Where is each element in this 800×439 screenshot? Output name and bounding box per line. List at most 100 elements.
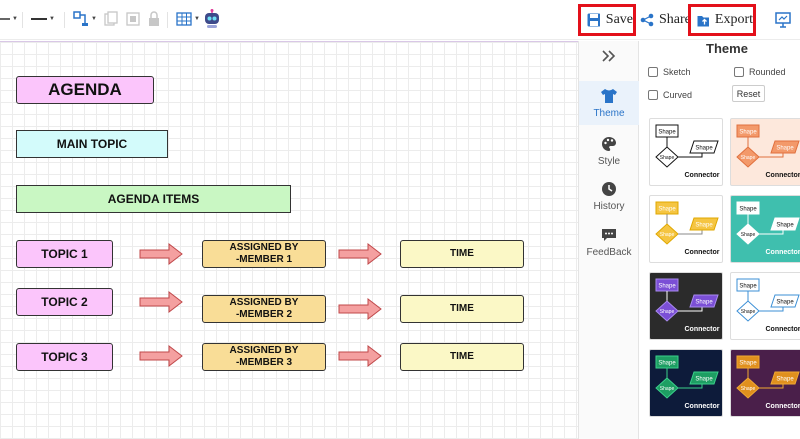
drawing-canvas[interactable]: AGENDA MAIN TOPIC AGENDA ITEMS TOPIC 1 A… [0,41,578,439]
theme-preview-icon: Shape Shape Shape Connector [655,124,720,179]
export-button[interactable]: Export [688,4,756,36]
chevron-down-icon: ▼ [194,16,200,22]
share-icon [640,13,654,27]
svg-text:Shape: Shape [660,386,675,392]
theme-card-6[interactable]: Shape Shape Shape Connector [730,272,800,340]
line-width-dropdown[interactable]: ▼ [31,12,55,26]
theme-card-4[interactable]: Shape Shape Shape Connector [730,195,800,263]
theme-preview-icon: Shape Shape Shape Connector [736,201,800,256]
double-chevron-right-icon [602,50,616,62]
arrow-right-icon[interactable] [338,298,382,320]
agenda-title-shape[interactable]: AGENDA [16,76,154,104]
share-label: Share [659,12,691,27]
theme-card-3[interactable]: Shape Shape Shape Connector [649,195,723,263]
share-button[interactable]: Share [640,8,691,32]
sketch-label: Sketch [663,67,691,77]
arrow-right-icon[interactable] [338,243,382,265]
svg-text:Shape: Shape [695,377,713,383]
assigned-1-shape[interactable]: ASSIGNED BY -MEMBER 1 [202,240,326,268]
arrow-right-icon[interactable] [139,243,183,265]
rail-item-feedback[interactable]: FeedBack [579,227,639,269]
connector-type-dropdown[interactable]: ▼ [73,11,97,27]
main-topic-shape[interactable]: MAIN TOPIC [16,130,168,158]
panel-title: Theme [706,41,748,56]
save-icon [587,13,600,27]
side-icon-rail: Theme Style History FeedBack [578,41,639,439]
theme-preview-icon: Shape Shape Shape Connector [655,201,720,256]
tshirt-icon [601,89,617,103]
export-label: Export [714,12,753,27]
curved-checkbox[interactable]: Curved [648,90,692,100]
theme-card-7[interactable]: Shape Shape Shape Connector [649,349,723,417]
svg-text:Shape: Shape [658,361,676,367]
lock-icon [149,11,159,26]
svg-text:Shape: Shape [739,207,757,213]
svg-text:Shape: Shape [776,377,794,383]
svg-text:Shape: Shape [660,309,675,315]
svg-text:Shape: Shape [660,155,675,161]
line-width-icon [31,18,47,20]
svg-text:Shape: Shape [739,284,757,290]
theme-preview-icon: Shape Shape Shape Connector [736,278,800,333]
theme-preview-icon: Shape Shape Shape Connector [655,278,720,333]
collapse-panel-button[interactable] [579,49,639,69]
connector-icon [73,11,88,26]
svg-text:Connector: Connector [766,249,800,256]
ai-assistant-button[interactable] [203,9,221,29]
rail-style-label: Style [597,156,621,167]
svg-text:Shape: Shape [741,309,756,315]
save-label: Save [605,12,633,27]
svg-text:Shape: Shape [695,223,713,229]
theme-preview-icon: Shape Shape Shape Connector [736,355,800,410]
arrow-right-icon[interactable] [338,345,382,367]
svg-text:Shape: Shape [739,130,757,136]
svg-text:Shape: Shape [741,232,756,238]
copy-style-button[interactable] [104,11,118,27]
topic-3-shape[interactable]: TOPIC 3 [16,343,113,371]
export-icon [697,15,709,26]
assigned-2-shape[interactable]: ASSIGNED BY -MEMBER 2 [202,295,326,323]
present-button[interactable] [775,12,791,28]
svg-text:Shape: Shape [741,155,756,161]
theme-preview-icon: Shape Shape Shape Connector [736,124,800,179]
save-button[interactable]: Save [578,4,636,36]
topic-2-shape[interactable]: TOPIC 2 [16,288,113,316]
svg-text:Shape: Shape [658,284,676,290]
theme-card-5[interactable]: Shape Shape Shape Connector [649,272,723,340]
rail-theme-label: Theme [593,108,625,119]
time-2-shape[interactable]: TIME [400,295,524,323]
line-style-dropdown[interactable]: ▼ [0,12,18,26]
chevron-down-icon: ▼ [91,16,97,22]
chevron-down-icon: ▼ [49,16,55,22]
topic-1-shape[interactable]: TOPIC 1 [16,240,113,268]
arrow-right-icon[interactable] [139,345,183,367]
table-icon [176,12,192,26]
time-3-shape[interactable]: TIME [400,343,524,371]
reset-button[interactable]: Reset [732,85,765,102]
rounded-checkbox[interactable]: Rounded [734,67,786,77]
rail-history-label: History [593,201,625,212]
copy-icon [104,11,118,26]
table-dropdown[interactable]: ▼ [176,11,200,27]
group-icon [126,12,140,26]
chevron-down-icon: ▼ [12,16,18,22]
lock-button[interactable] [148,11,160,27]
group-button[interactable] [126,11,140,27]
app-window: ▼ ▼ ▼ ▼ Save Share Export AGENDA MAIN TO… [0,0,800,439]
rail-item-history[interactable]: History [579,181,639,223]
sketch-checkbox[interactable]: Sketch [648,67,691,77]
svg-text:Shape: Shape [776,300,794,306]
checkbox-icon [734,67,744,77]
theme-card-8[interactable]: Shape Shape Shape Connector [730,349,800,417]
rail-item-style[interactable]: Style [579,136,639,178]
time-1-shape[interactable]: TIME [400,240,524,268]
theme-card-1[interactable]: Shape Shape Shape Connector [649,118,723,186]
assigned-3-shape[interactable]: ASSIGNED BY -MEMBER 3 [202,343,326,371]
robot-icon [205,9,219,28]
toolbar: ▼ ▼ ▼ ▼ Save Share Export [0,0,800,40]
svg-text:Connector: Connector [685,326,720,333]
theme-card-2[interactable]: Shape Shape Shape Connector [730,118,800,186]
rail-item-theme[interactable]: Theme [579,81,639,125]
arrow-right-icon[interactable] [139,291,183,313]
agenda-items-shape[interactable]: AGENDA ITEMS [16,185,291,213]
